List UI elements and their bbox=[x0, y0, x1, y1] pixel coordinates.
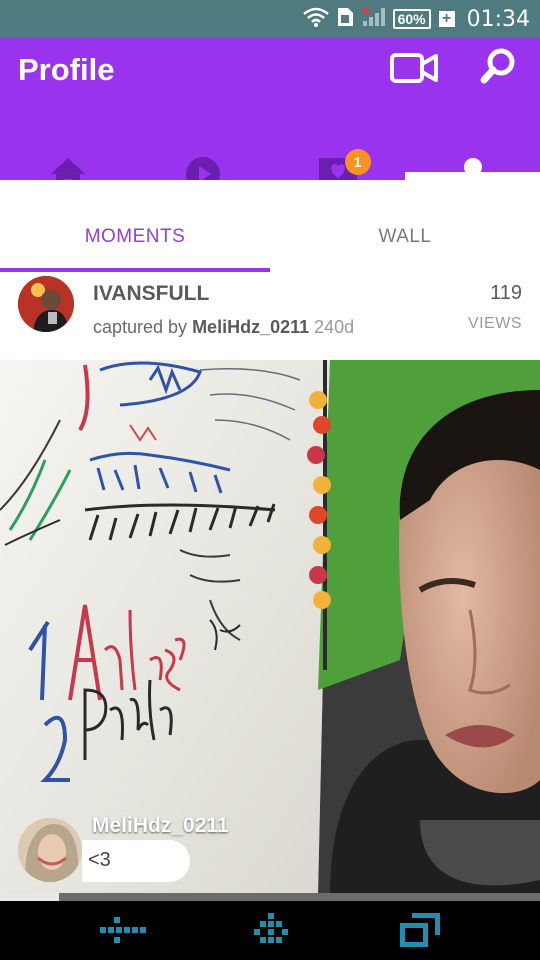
battery-icon: 60% bbox=[392, 9, 431, 29]
home-nav-icon bbox=[254, 913, 288, 951]
captured-by-user[interactable]: MeliHdz_0211 bbox=[192, 317, 309, 337]
moment-username[interactable]: IVANSFULL bbox=[93, 282, 209, 306]
sim-icon bbox=[335, 6, 355, 33]
home-button[interactable] bbox=[254, 913, 288, 952]
page-title: Profile bbox=[18, 52, 115, 87]
status-time: 01:34 bbox=[466, 6, 530, 32]
search-icon bbox=[480, 48, 516, 90]
profile-tabs: MOMENTS WALL bbox=[0, 180, 540, 272]
moment-header: IVANSFULL captured by MeliHdz_0211 240d … bbox=[0, 272, 540, 360]
status-bar: 60% + 01:34 bbox=[0, 0, 540, 38]
comment-avatar[interactable] bbox=[18, 818, 82, 882]
charging-icon: + bbox=[438, 10, 455, 27]
video-frame bbox=[0, 360, 540, 895]
views-count: 119 bbox=[490, 282, 522, 304]
video-player[interactable] bbox=[0, 360, 540, 895]
signal-icon bbox=[361, 6, 387, 33]
back-icon bbox=[100, 917, 146, 951]
captured-prefix: captured by bbox=[93, 317, 193, 337]
comment-text: <3 bbox=[88, 849, 111, 871]
app-bar: Profile 1 bbox=[0, 38, 540, 191]
recent-apps-icon bbox=[400, 913, 440, 951]
playback-progress-fill bbox=[0, 893, 60, 901]
tab-wall[interactable]: WALL bbox=[270, 226, 540, 248]
battery-level: 60% bbox=[397, 11, 426, 27]
comment-bubble: <3 bbox=[82, 840, 190, 882]
captured-by-line: captured by MeliHdz_0211 240d bbox=[93, 317, 354, 338]
video-camera-icon bbox=[390, 53, 438, 88]
nav-active-indicator bbox=[405, 172, 540, 180]
comment-username[interactable]: MeliHdz_0211 bbox=[92, 814, 229, 838]
tab-moments[interactable]: MOMENTS bbox=[0, 226, 270, 248]
recent-apps-button[interactable] bbox=[400, 913, 440, 952]
moment-age: 240d bbox=[314, 317, 355, 337]
notification-badge: 1 bbox=[344, 148, 371, 175]
wifi-icon bbox=[302, 6, 329, 33]
video-camera-button[interactable] bbox=[390, 52, 438, 89]
search-button[interactable] bbox=[480, 48, 516, 91]
views-label: VIEWS bbox=[467, 315, 522, 332]
back-button[interactable] bbox=[100, 913, 146, 952]
avatar[interactable] bbox=[18, 276, 74, 332]
playback-progress[interactable] bbox=[0, 893, 540, 901]
system-navigation-bar bbox=[0, 901, 540, 960]
